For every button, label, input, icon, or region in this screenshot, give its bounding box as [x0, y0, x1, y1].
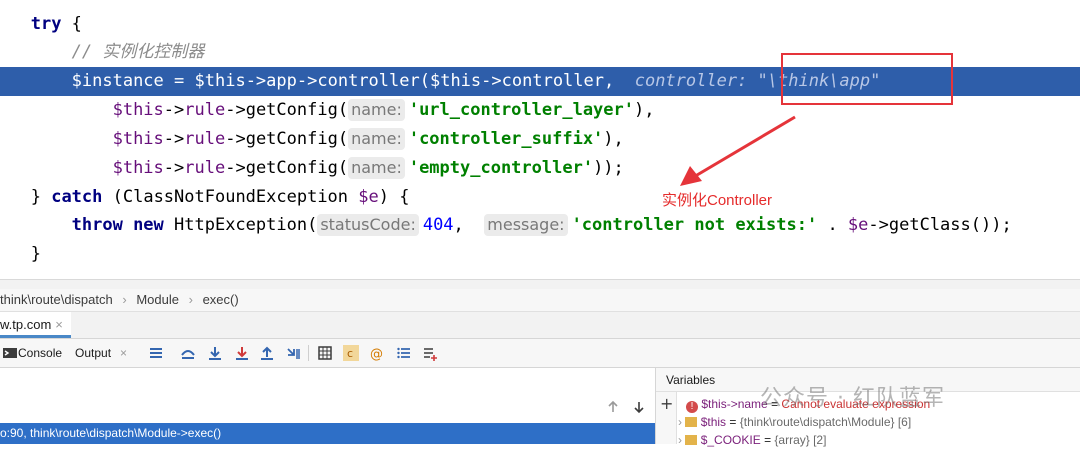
- variable-value: {array} [2]: [774, 433, 827, 447]
- expand-chevron-icon[interactable]: ›: [678, 433, 682, 447]
- svg-text:@: @: [370, 347, 383, 361]
- breadcrumb-chevron-icon: ›: [122, 292, 127, 307]
- arrow-up-icon[interactable]: [606, 400, 620, 414]
- annotation-arrow: [680, 115, 796, 186]
- debug-tab-bar: w.tp.com ×: [0, 312, 1080, 339]
- evaluate-table-icon[interactable]: [317, 345, 333, 361]
- variable-row[interactable]: › $_COOKIE = {array} [2]: [678, 431, 1078, 449]
- add-watch-icon[interactable]: +: [660, 394, 673, 413]
- breadcrumb-item-namespace[interactable]: think\route\dispatch: [0, 292, 113, 307]
- console-icon: [3, 348, 17, 358]
- close-icon[interactable]: ×: [55, 317, 63, 332]
- variable-name: $_COOKIE: [700, 433, 761, 447]
- console-tab[interactable]: Console: [18, 339, 62, 367]
- class-icon[interactable]: c: [343, 345, 359, 361]
- breadcrumb-item-method[interactable]: exec(): [203, 292, 239, 307]
- add-list-icon[interactable]: [422, 345, 438, 361]
- frames-panel: o:90, think\route\dispatch\Module->exec(…: [0, 368, 656, 444]
- code-editor[interactable]: try { // 实例化控制器 $instance = $this->app->…: [0, 0, 1080, 280]
- svg-text:c: c: [347, 347, 353, 360]
- annotation-label: 实例化Controller: [662, 192, 773, 209]
- variable-row[interactable]: › $this = {think\route\dispatch\Module} …: [678, 413, 1078, 431]
- breadcrumb-item-class[interactable]: Module: [136, 292, 179, 307]
- expand-chevron-icon[interactable]: ›: [678, 415, 682, 429]
- force-step-into-icon[interactable]: [234, 345, 250, 361]
- run-to-cursor-icon[interactable]: [286, 345, 302, 361]
- field-icon: [685, 417, 698, 427]
- menu-icon[interactable]: [148, 345, 164, 361]
- error-icon: !: [686, 401, 698, 413]
- variable-value: {think\route\dispatch\Module} [6]: [739, 415, 912, 429]
- at-icon[interactable]: @: [369, 345, 385, 361]
- debug-session-tab[interactable]: w.tp.com ×: [0, 312, 71, 338]
- frame-label: o:90, think\route\dispatch\Module->exec(…: [0, 426, 222, 440]
- step-over-icon[interactable]: [180, 345, 196, 361]
- breadcrumb: think\route\dispatch › Module › exec(): [0, 289, 1080, 312]
- debug-session-label: w.tp.com: [0, 317, 52, 332]
- list-icon[interactable]: [396, 345, 412, 361]
- step-into-icon[interactable]: [207, 345, 223, 361]
- watermark: 公众号 · 红队蓝军: [760, 386, 945, 411]
- toolbar-divider: [308, 345, 309, 361]
- breadcrumb-chevron-icon: ›: [188, 292, 193, 307]
- arrow-down-icon[interactable]: [632, 400, 646, 414]
- debug-toolbar: Console Output × c @: [0, 339, 1080, 368]
- equals-sign: =: [729, 415, 740, 429]
- output-tab[interactable]: Output: [75, 339, 111, 367]
- step-out-icon[interactable]: [259, 345, 275, 361]
- variable-name: $this->name: [701, 397, 768, 411]
- variables-gutter: +: [656, 392, 677, 444]
- close-icon[interactable]: ×: [120, 339, 127, 367]
- variable-name: $this: [700, 415, 727, 429]
- equals-sign: =: [764, 433, 775, 447]
- selected-frame[interactable]: o:90, think\route\dispatch\Module->exec(…: [0, 423, 655, 444]
